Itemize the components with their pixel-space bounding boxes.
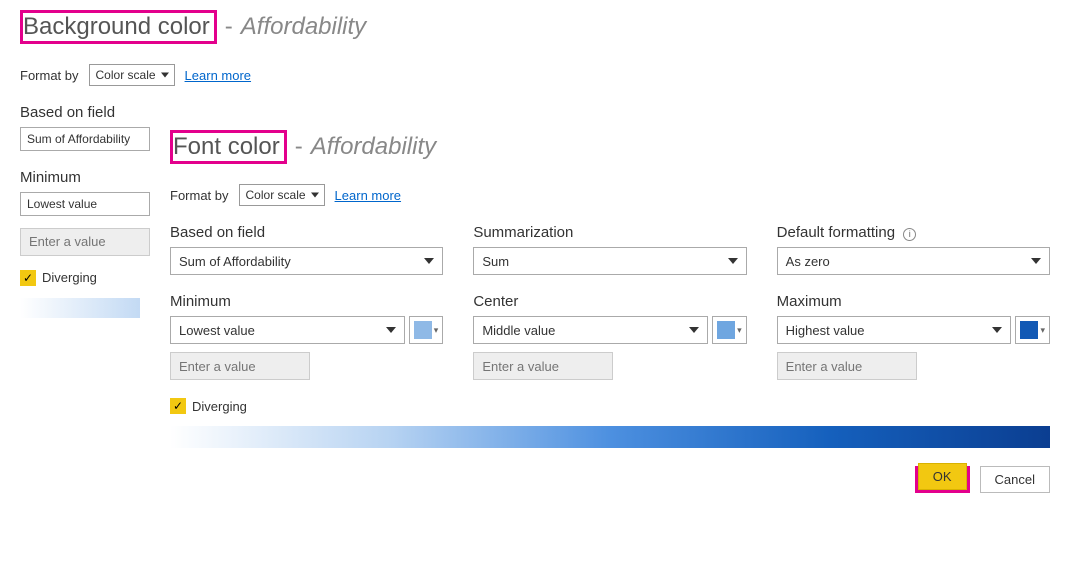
maximum-value-input[interactable]: [777, 352, 917, 380]
format-by-label: Format by: [170, 188, 229, 203]
diverging-checkbox[interactable]: ✓: [170, 398, 186, 414]
diverging-label: Diverging: [42, 270, 97, 285]
based-on-field-select[interactable]: Sum of Affordability: [20, 127, 150, 151]
chevron-down-icon: [689, 327, 699, 333]
minimum-label: Minimum: [170, 293, 443, 310]
ok-button[interactable]: OK: [918, 463, 967, 490]
format-by-label: Format by: [20, 68, 79, 83]
chevron-down-icon: [386, 327, 396, 333]
default-formatting-select[interactable]: As zero: [777, 247, 1050, 275]
color-swatch: [1020, 321, 1038, 339]
color-swatch: [414, 321, 432, 339]
center-color-picker[interactable]: ▾: [712, 316, 747, 344]
learn-more-link[interactable]: Learn more: [335, 188, 401, 203]
chevron-down-icon: [424, 258, 434, 264]
center-value-input[interactable]: [473, 352, 613, 380]
default-formatting-label: Default formatting i: [777, 224, 1050, 241]
based-on-field-label: Based on field: [170, 224, 443, 241]
chevron-down-icon: ▾: [1040, 325, 1045, 336]
format-by-select[interactable]: Color scale: [239, 184, 325, 206]
learn-more-link[interactable]: Learn more: [185, 68, 251, 83]
format-by-row: Format by Color scale Learn more: [20, 64, 1048, 86]
center-select[interactable]: Middle value: [473, 316, 708, 344]
dialog-title-row: Font color - Affordability: [170, 130, 1050, 164]
diverging-row: ✓ Diverging: [170, 398, 1050, 414]
maximum-label: Maximum: [777, 293, 1050, 310]
dialog-title: Background color: [20, 10, 217, 44]
format-by-select[interactable]: Color scale: [89, 64, 175, 86]
dialog-title-row: Background color - Affordability: [20, 10, 1048, 44]
chevron-down-icon: ▾: [434, 325, 439, 336]
minimum-color-picker[interactable]: ▾: [409, 316, 444, 344]
center-label: Center: [473, 293, 746, 310]
color-swatch: [717, 321, 735, 339]
summarization-label: Summarization: [473, 224, 746, 241]
chevron-down-icon: ▾: [737, 325, 742, 336]
font-color-dialog: Font color - Affordability Format by Col…: [170, 130, 1050, 493]
diverging-checkbox[interactable]: ✓: [20, 270, 36, 286]
dialog-subject: Affordability: [311, 133, 436, 161]
chevron-down-icon: [728, 258, 738, 264]
chevron-down-icon: [992, 327, 1002, 333]
diverging-label: Diverging: [192, 399, 247, 414]
title-separator: -: [295, 133, 303, 161]
info-icon[interactable]: i: [903, 228, 916, 241]
maximum-color-picker[interactable]: ▾: [1015, 316, 1050, 344]
dialog-subject: Affordability: [241, 13, 366, 41]
color-row: Minimum Lowest value ▾ Center Middle val…: [170, 293, 1050, 380]
cancel-button[interactable]: Cancel: [980, 466, 1050, 493]
gradient-preview: [20, 298, 140, 318]
maximum-select[interactable]: Highest value: [777, 316, 1012, 344]
dialog-title: Font color: [170, 130, 287, 164]
format-by-row: Format by Color scale Learn more: [170, 184, 1050, 206]
summarization-select[interactable]: Sum: [473, 247, 746, 275]
gradient-preview: [170, 426, 1050, 448]
title-separator: -: [225, 13, 233, 41]
chevron-down-icon: [1031, 258, 1041, 264]
minimum-select[interactable]: Lowest value: [20, 192, 150, 216]
minimum-value-input[interactable]: [20, 228, 150, 256]
based-on-field-label: Based on field: [20, 104, 1048, 121]
minimum-value-input[interactable]: [170, 352, 310, 380]
dialog-buttons: OK Cancel: [170, 466, 1050, 493]
based-on-field-select[interactable]: Sum of Affordability: [170, 247, 443, 275]
field-row: Based on field Sum of Affordability Summ…: [170, 224, 1050, 275]
minimum-select[interactable]: Lowest value: [170, 316, 405, 344]
